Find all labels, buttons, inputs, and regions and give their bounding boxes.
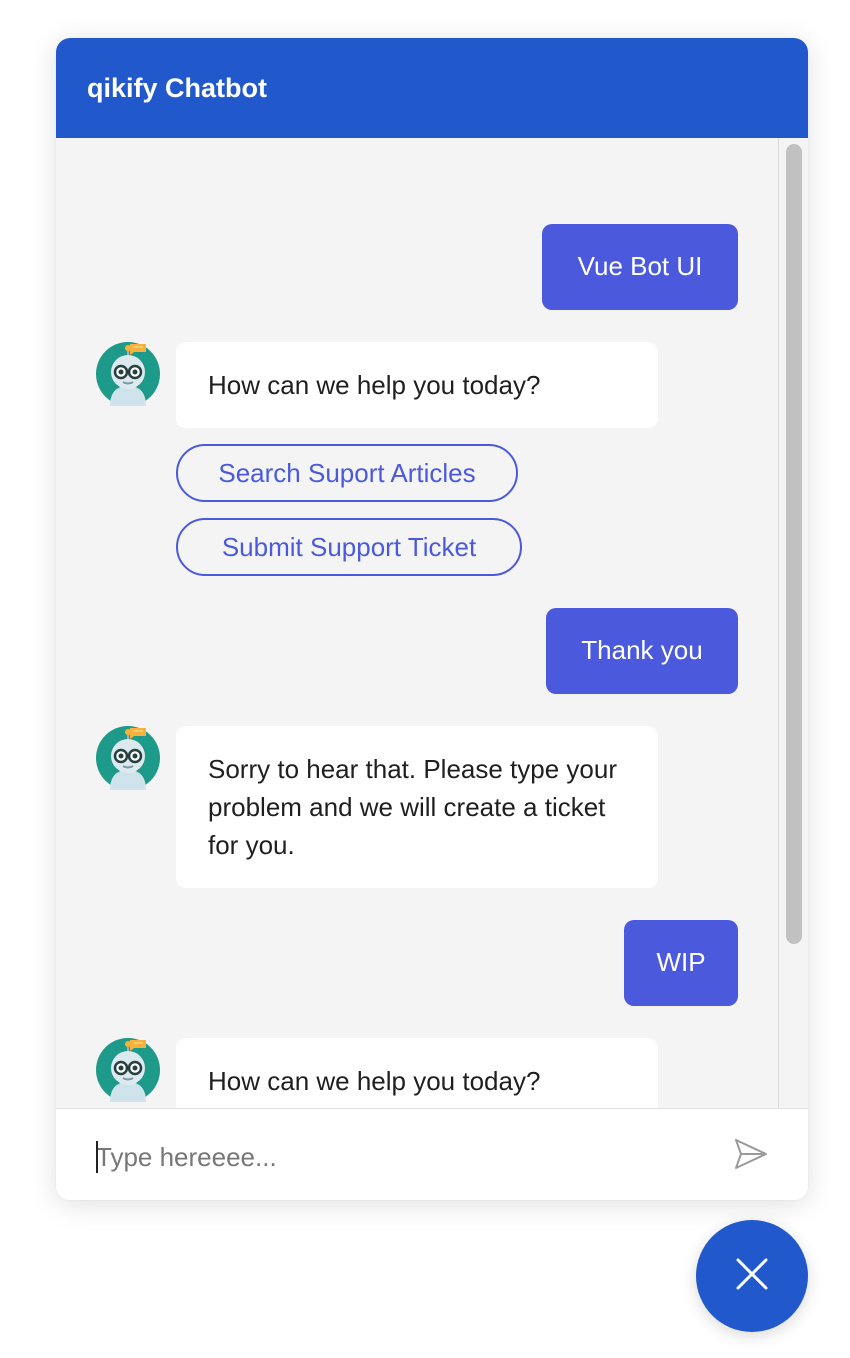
robot-avatar-icon xyxy=(96,1038,160,1102)
chat-window: qikify Chatbot Vue Bot UI How can we hel… xyxy=(56,38,808,1200)
robot-avatar-icon xyxy=(96,726,160,790)
scrollbar[interactable] xyxy=(782,138,808,1108)
scroll-divider xyxy=(778,138,779,1108)
bot-message: How can we help you today? xyxy=(176,1038,658,1108)
user-message: WIP xyxy=(624,920,738,1006)
send-icon xyxy=(733,1136,769,1177)
input-bar xyxy=(56,1108,808,1200)
message-input[interactable] xyxy=(96,1137,696,1177)
user-message: Vue Bot UI xyxy=(542,224,738,310)
text-caret xyxy=(96,1141,98,1173)
user-message: Thank you xyxy=(546,608,738,694)
message-list[interactable]: Vue Bot UI How can we help you today? Se… xyxy=(56,138,808,1108)
close-icon xyxy=(735,1257,769,1296)
close-chat-button[interactable] xyxy=(696,1220,808,1332)
page: qikify Chatbot Vue Bot UI How can we hel… xyxy=(0,0,850,1358)
submit-support-ticket-button[interactable]: Submit Support Ticket xyxy=(176,518,522,576)
search-support-articles-button[interactable]: Search Suport Articles xyxy=(176,444,518,502)
robot-avatar-icon xyxy=(96,342,160,406)
chat-title: qikify Chatbot xyxy=(87,73,267,103)
scrollbar-thumb[interactable] xyxy=(786,144,802,944)
send-button[interactable] xyxy=(730,1135,772,1177)
bot-message: Sorry to hear that. Please type your pro… xyxy=(176,726,658,888)
chat-header: qikify Chatbot xyxy=(56,38,808,138)
bot-message: How can we help you today? xyxy=(176,342,658,428)
